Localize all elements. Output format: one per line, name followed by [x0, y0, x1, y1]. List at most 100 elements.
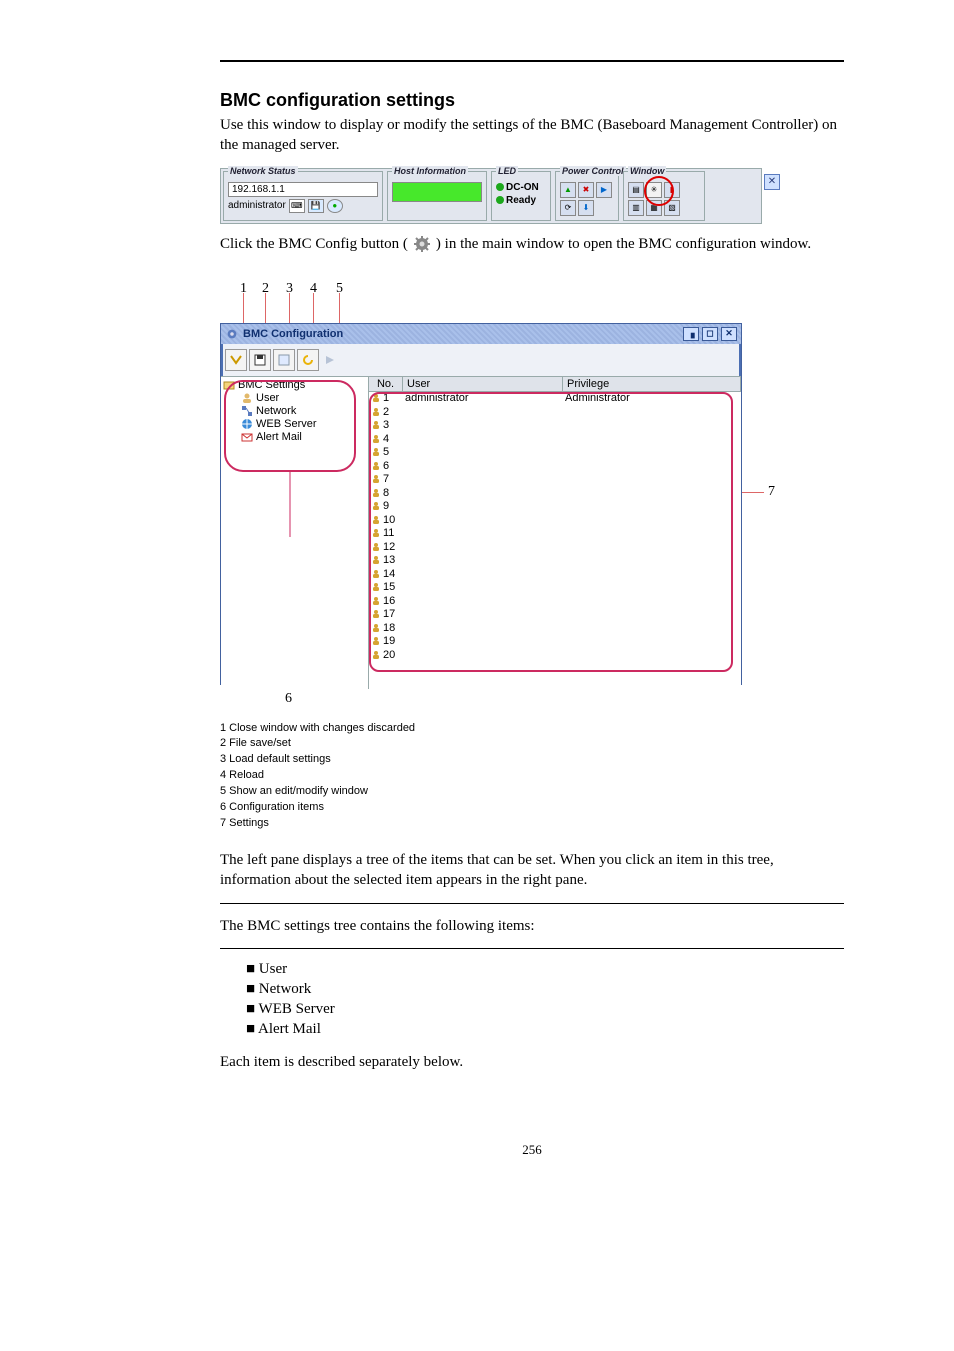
callout-line — [740, 492, 764, 493]
legend-6: 6 Configuration items — [220, 800, 844, 816]
item-desc: Each item is described separately below. — [220, 1052, 844, 1072]
user-row-icon — [371, 407, 381, 417]
statusbar-screenshot: Network Status 192.168.1.1 administrator… — [220, 168, 762, 224]
group-label-led: LED — [496, 166, 518, 176]
window-a-icon[interactable]: ▥ — [628, 200, 644, 216]
user-row-icon — [371, 434, 381, 444]
table-row[interactable]: 1administratorAdministrator — [369, 392, 741, 406]
callout-7: 7 — [768, 484, 775, 500]
table-row[interactable]: 10 — [369, 513, 741, 527]
legend-1: 1 Close window with changes discarded — [220, 721, 844, 737]
table-row[interactable]: 11 — [369, 527, 741, 541]
led-dc-label: DC-ON — [506, 182, 539, 193]
table-row[interactable]: 17 — [369, 608, 741, 622]
tree-alertmail[interactable]: Alert Mail — [223, 431, 366, 444]
user-row-icon — [371, 542, 381, 552]
callout-circle — [644, 176, 674, 206]
power-cycle-icon[interactable]: ▶ — [596, 182, 612, 198]
table-row[interactable]: 20 — [369, 648, 741, 662]
tree-network-label: Network — [256, 405, 296, 417]
keyboard-icon: ⌨ — [289, 199, 305, 213]
toolbar-close-discard-button[interactable] — [225, 349, 247, 371]
close-icon[interactable]: ✕ — [764, 174, 780, 190]
item-list: ■ User ■ Network ■ WEB Server ■ Alert Ma… — [246, 961, 844, 1038]
user-row-icon — [371, 636, 381, 646]
rule — [220, 948, 844, 949]
user-row-icon — [371, 623, 381, 633]
led-dot-icon — [496, 196, 504, 204]
power-dump-icon[interactable]: ⬇ — [578, 200, 594, 216]
table-row[interactable]: 19 — [369, 635, 741, 649]
table-row[interactable]: 9 — [369, 500, 741, 514]
tree-web-label: WEB Server — [256, 418, 317, 430]
table-row[interactable]: 2 — [369, 405, 741, 419]
user-row-icon — [371, 582, 381, 592]
window-title: BMC Configuration — [243, 328, 343, 340]
toolbar — [221, 344, 741, 377]
table-row[interactable]: 7 — [369, 473, 741, 487]
table-row[interactable]: 8 — [369, 486, 741, 500]
host-info-box — [392, 182, 482, 202]
group-label-host: Host Information — [392, 166, 468, 176]
group-label-power: Power Control — [560, 166, 626, 176]
legend-3: 3 Load default settings — [220, 752, 844, 768]
toolbar-default-button[interactable] — [273, 349, 295, 371]
table-row[interactable]: 16 — [369, 594, 741, 608]
user-row-icon — [371, 393, 381, 403]
window-titlebar[interactable]: BMC Configuration ▗ ◻ ✕ — [221, 324, 741, 344]
table-row[interactable]: 3 — [369, 419, 741, 433]
tree-root[interactable]: BMC Settings — [223, 379, 366, 392]
table-row[interactable]: 13 — [369, 554, 741, 568]
table-row[interactable]: 5 — [369, 446, 741, 460]
user-row-icon — [371, 515, 381, 525]
group-label-window: Window — [628, 166, 666, 176]
window-close-icon[interactable]: ✕ — [721, 327, 737, 341]
user-row-icon — [371, 501, 381, 511]
toolbar-reload-button[interactable] — [297, 349, 319, 371]
power-off-icon[interactable]: ✖ — [578, 182, 594, 198]
power-on-icon[interactable]: ▲ — [560, 182, 576, 198]
user-row-icon — [371, 596, 381, 606]
table-row[interactable]: 4 — [369, 432, 741, 446]
user-row-icon — [371, 461, 381, 471]
table-row[interactable]: 18 — [369, 621, 741, 635]
window-kvm-icon[interactable]: ▤ — [628, 182, 644, 198]
user-row-icon — [371, 488, 381, 498]
item-user: ■ User — [246, 961, 844, 978]
mail-icon — [241, 431, 253, 443]
table-row[interactable]: 12 — [369, 540, 741, 554]
led-dot-icon — [496, 183, 504, 191]
tree-webserver[interactable]: WEB Server — [223, 418, 366, 431]
item-network: ■ Network — [246, 981, 844, 998]
legend-5: 5 Show an edit/modify window — [220, 784, 844, 800]
tree-network[interactable]: Network — [223, 405, 366, 418]
tree-user-label: User — [256, 392, 279, 404]
table-row[interactable]: 15 — [369, 581, 741, 595]
item-alert: ■ Alert Mail — [246, 1021, 844, 1038]
user-row-icon — [371, 555, 381, 565]
col-priv[interactable]: Privilege — [563, 377, 741, 391]
globe-icon — [241, 418, 253, 430]
power-reset-icon[interactable]: ⟳ — [560, 200, 576, 216]
col-user[interactable]: User — [403, 377, 563, 391]
folder-icon — [223, 379, 235, 391]
toolbar-edit-button[interactable] — [321, 350, 341, 370]
window-max-icon[interactable]: ◻ — [702, 327, 718, 341]
ip-address: 192.168.1.1 — [228, 182, 378, 197]
toolbar-save-button[interactable] — [249, 349, 271, 371]
table-row[interactable]: 6 — [369, 459, 741, 473]
tree-user[interactable]: User — [223, 392, 366, 405]
window-min-icon[interactable]: ▗ — [683, 327, 699, 341]
legend-4: 4 Reload — [220, 768, 844, 784]
user-row-icon — [371, 650, 381, 660]
rule — [220, 903, 844, 904]
settings-tree[interactable]: BMC Settings User Network WEB Server — [221, 377, 369, 689]
tree-description: The left pane displays a tree of the ite… — [220, 850, 844, 891]
item-web: ■ WEB Server — [246, 1001, 844, 1018]
disk-icon: 💾 — [308, 199, 324, 213]
col-no[interactable]: No. — [369, 377, 403, 391]
user-row-icon — [371, 420, 381, 430]
table-row[interactable]: 14 — [369, 567, 741, 581]
tree-root-label: BMC Settings — [238, 379, 305, 391]
callout-6: 6 — [285, 691, 292, 707]
